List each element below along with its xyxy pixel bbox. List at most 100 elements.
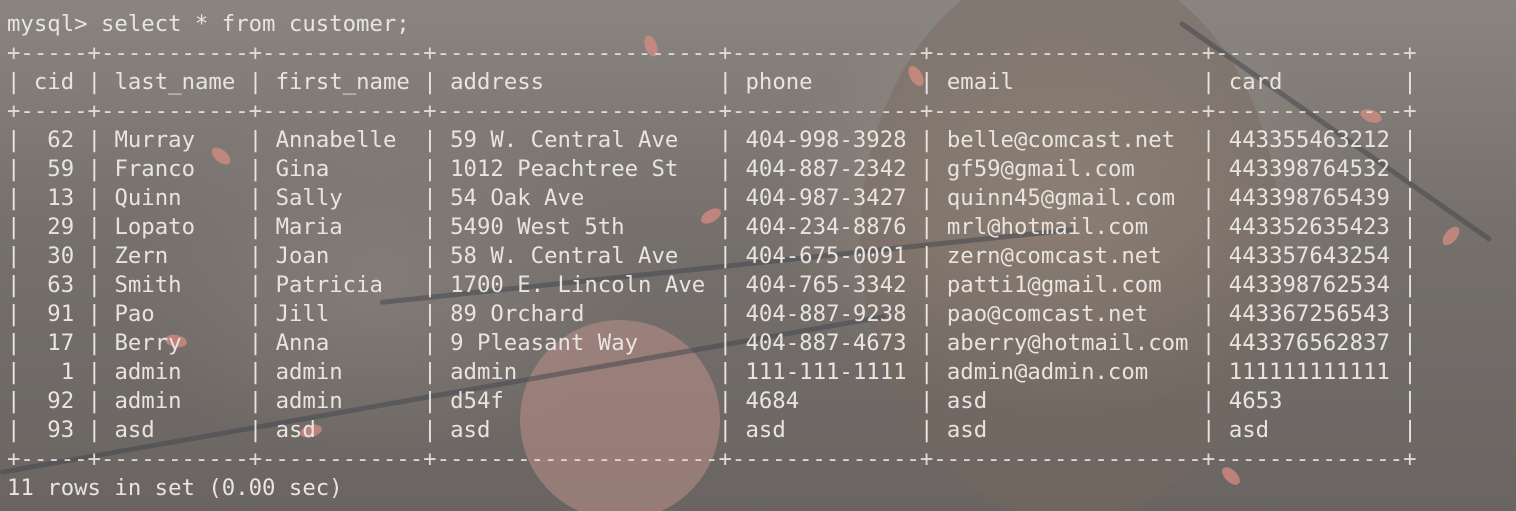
table-cell: Smith	[114, 272, 182, 298]
table-cell: 9 Pleasant Way	[450, 330, 639, 356]
table-cell: d54f	[450, 388, 504, 414]
table-cell: 404-887-2342	[745, 156, 907, 182]
table-border: +-----+-----------+------------+--------…	[7, 98, 1417, 124]
table-row: | 17 | Berry | Anna | 9 Pleasant Way | 4…	[7, 330, 1417, 356]
table-cell: 92	[47, 388, 75, 414]
table-cell: Anna	[275, 330, 330, 356]
table-cell: admin	[275, 388, 343, 414]
table-cell: Franco	[114, 156, 195, 182]
table-cell: 404-887-9238	[745, 301, 907, 327]
table-cell: 443355463212	[1228, 127, 1390, 153]
table-cell: 5490 West 5th	[450, 214, 625, 240]
table-cell: quinn45@gmail.com	[946, 185, 1176, 211]
table-cell: Pao	[114, 301, 155, 327]
table-cell: pao@comcast.net	[946, 301, 1149, 327]
table-cell: Patricia	[275, 272, 383, 298]
table-cell: admin	[450, 359, 518, 385]
table-cell: admin	[114, 359, 182, 385]
terminal-output[interactable]: mysql> select * from customer; +-----+---…	[7, 10, 1417, 503]
table-cell: belle@comcast.net	[946, 127, 1176, 153]
table-cell: 4653	[1228, 388, 1283, 414]
table-cell: 93	[47, 417, 75, 443]
table-cell: asd	[450, 417, 491, 443]
table-cell: gf59@gmail.com	[946, 156, 1135, 182]
table-cell: 443352635423	[1228, 214, 1390, 240]
table-cell: asd	[114, 417, 155, 443]
table-cell: Annabelle	[275, 127, 397, 153]
command-prompt: mysql> select * from customer;	[7, 11, 410, 37]
table-cell: 443367256543	[1228, 301, 1390, 327]
table-cell: 30	[47, 243, 75, 269]
table-row: | 1 | admin | admin | admin | 111-111-11…	[7, 359, 1417, 385]
table-cell: aberry@hotmail.com	[946, 330, 1189, 356]
table-cell: patti1@gmail.com	[946, 272, 1162, 298]
table-cell: 59	[47, 156, 75, 182]
table-cell: mrl@hotmail.com	[946, 214, 1149, 240]
table-cell: 404-998-3928	[745, 127, 907, 153]
table-row: | 29 | Lopato | Maria | 5490 West 5th | …	[7, 214, 1417, 240]
table-cell: 13	[47, 185, 75, 211]
table-cell: 17	[47, 330, 75, 356]
table-cell: 91	[47, 301, 75, 327]
column-header: address	[450, 69, 545, 95]
column-header: phone	[745, 69, 813, 95]
table-cell: 29	[47, 214, 75, 240]
table-row: | 62 | Murray | Annabelle | 59 W. Centra…	[7, 127, 1417, 153]
table-cell: asd	[745, 417, 786, 443]
table-cell: Zern	[114, 243, 169, 269]
table-row: | 13 | Quinn | Sally | 54 Oak Ave | 404-…	[7, 185, 1417, 211]
table-cell: 62	[47, 127, 75, 153]
column-header: first_name	[275, 69, 410, 95]
table-border: +-----+-----------+------------+--------…	[7, 446, 1417, 472]
table-cell: 443398765439	[1228, 185, 1390, 211]
column-header: email	[946, 69, 1014, 95]
table-cell: asd	[275, 417, 316, 443]
table-row: | 59 | Franco | Gina | 1012 Peachtree St…	[7, 156, 1417, 182]
table-cell: Sally	[275, 185, 343, 211]
table-cell: asd	[1228, 417, 1270, 443]
table-cell: Lopato	[114, 214, 195, 240]
table-cell: 443357643254	[1228, 243, 1390, 269]
table-row: | 63 | Smith | Patricia | 1700 E. Lincol…	[7, 272, 1417, 298]
table-cell: 4684	[745, 388, 800, 414]
table-cell: Gina	[275, 156, 330, 182]
table-cell: 443398762534	[1228, 272, 1390, 298]
table-cell: 443376562837	[1228, 330, 1390, 356]
table-border: +-----+-----------+------------+--------…	[7, 40, 1417, 66]
table-cell: Joan	[275, 243, 330, 269]
result-table: +-----+-----------+------------+--------…	[7, 39, 1417, 474]
column-header: cid	[33, 69, 75, 95]
table-cell: 63	[47, 272, 75, 298]
table-header: | cid | last_name | first_name | address…	[7, 69, 1417, 95]
table-cell: 404-887-4673	[745, 330, 907, 356]
table-cell: admin	[114, 388, 182, 414]
table-cell: 59 W. Central Ave	[450, 127, 679, 153]
table-cell: 54 Oak Ave	[450, 185, 585, 211]
table-cell: 404-234-8876	[745, 214, 907, 240]
column-header: card	[1228, 69, 1283, 95]
table-cell: Quinn	[114, 185, 182, 211]
table-cell: Berry	[114, 330, 182, 356]
table-cell: 111111111111	[1228, 359, 1390, 385]
result-summary: 11 rows in set (0.00 sec)	[7, 475, 343, 501]
table-row: | 92 | admin | admin | d54f | 4684 | asd…	[7, 388, 1417, 414]
wallpaper-petal	[1439, 223, 1463, 249]
table-cell: zern@comcast.net	[946, 243, 1162, 269]
table-cell: 1	[60, 359, 75, 385]
table-cell: 89 Orchard	[450, 301, 585, 327]
table-cell: 404-987-3427	[745, 185, 907, 211]
table-cell: Murray	[114, 127, 195, 153]
table-cell: 1700 E. Lincoln Ave	[450, 272, 706, 298]
column-header: last_name	[114, 69, 236, 95]
table-row: | 30 | Zern | Joan | 58 W. Central Ave |…	[7, 243, 1417, 269]
table-cell: 1012 Peachtree St	[450, 156, 679, 182]
table-cell: 404-765-3342	[745, 272, 907, 298]
table-cell: 111-111-1111	[745, 359, 907, 385]
table-cell: Maria	[275, 214, 343, 240]
table-cell: asd	[946, 417, 988, 443]
table-cell: asd	[946, 388, 988, 414]
table-cell: 58 W. Central Ave	[450, 243, 679, 269]
table-cell: 404-675-0091	[745, 243, 907, 269]
table-cell: 443398764532	[1228, 156, 1390, 182]
table-cell: Jill	[275, 301, 330, 327]
